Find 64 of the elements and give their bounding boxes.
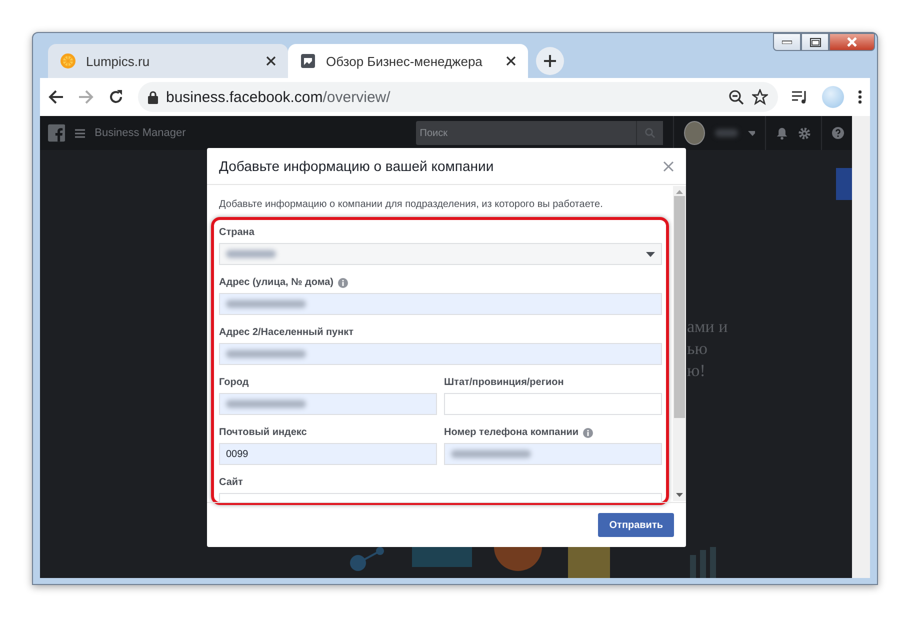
- input-field[interactable]: 0099: [219, 443, 437, 465]
- input-field[interactable]: [219, 343, 662, 365]
- close-icon: [846, 37, 858, 47]
- close-button[interactable]: [829, 33, 875, 51]
- search-field[interactable]: Поиск: [416, 121, 636, 145]
- dialog-scrollbar[interactable]: [673, 186, 686, 501]
- scroll-up-icon[interactable]: [676, 190, 683, 194]
- new-tab-button[interactable]: [536, 47, 564, 75]
- address-bar[interactable]: business.facebook.com/overview/: [138, 82, 778, 112]
- menu-icon[interactable]: [858, 90, 862, 104]
- field-label: Адрес 2/Населенный пункт: [219, 327, 354, 338]
- reload-icon[interactable]: [108, 89, 124, 105]
- info-icon: [338, 278, 348, 288]
- close-button[interactable]: [663, 160, 674, 172]
- maximize-button[interactable]: [801, 33, 829, 51]
- scroll-down-icon[interactable]: [676, 493, 683, 497]
- input-field[interactable]: [444, 443, 662, 465]
- dialog-title: Добавьте информацию о вашей компании: [219, 158, 494, 174]
- field-label: Страна: [219, 227, 254, 238]
- field-label: Номер телефона компании: [444, 427, 579, 438]
- dropdown-caret-icon: [646, 252, 655, 256]
- lock-icon: [148, 90, 158, 104]
- background-text: ю!: [687, 360, 706, 382]
- zoom-out-icon[interactable]: [729, 90, 744, 104]
- minimize-icon: [782, 40, 792, 44]
- restore-icon: [810, 38, 820, 46]
- app-title: Business Manager: [94, 127, 186, 139]
- field-label: Сайт: [219, 477, 243, 488]
- browser-tab[interactable]: Lumpics.ru: [48, 44, 288, 78]
- field-label: Штат/провинция/регион: [444, 377, 564, 388]
- field-label: Город: [219, 377, 249, 388]
- url-text: business.facebook.com/overview/: [166, 88, 390, 106]
- input-field[interactable]: [219, 393, 437, 415]
- citrus-slice-icon: [60, 53, 76, 69]
- help-icon[interactable]: [832, 126, 844, 140]
- background-text: ью: [687, 338, 708, 360]
- plus-icon: [543, 54, 557, 68]
- page-icon: [300, 53, 316, 69]
- field-label: Адрес (улица, № дома): [219, 277, 334, 288]
- submit-button[interactable]: Отправить: [598, 513, 674, 537]
- facebook-logo-icon[interactable]: [48, 123, 66, 143]
- forward-icon[interactable]: [78, 89, 94, 105]
- account-avatar[interactable]: [684, 121, 706, 145]
- info-icon: [582, 428, 593, 438]
- input-field[interactable]: [444, 393, 662, 415]
- media-queue-icon[interactable]: [792, 90, 808, 104]
- caret-icon[interactable]: [748, 130, 756, 136]
- browser-tab[interactable]: Обзор Бизнес-менеджера: [288, 44, 528, 78]
- search-button[interactable]: [636, 121, 664, 145]
- field-label: Почтовый индекс: [219, 427, 307, 438]
- back-icon[interactable]: [48, 89, 64, 105]
- settings-icon[interactable]: [798, 126, 812, 140]
- page-scrollbar[interactable]: [852, 116, 870, 578]
- background-text: ами и: [687, 316, 728, 338]
- close-icon[interactable]: [266, 56, 276, 66]
- minimize-button[interactable]: [773, 33, 801, 51]
- close-icon[interactable]: [506, 56, 516, 66]
- field-value: 0099: [226, 448, 248, 460]
- input-field[interactable]: [219, 293, 662, 315]
- star-icon[interactable]: [752, 89, 768, 105]
- intro-text: Добавьте информацию о компании для подразделения, из которого вы работаете.: [219, 199, 604, 210]
- search-icon: [645, 128, 656, 138]
- bell-icon[interactable]: [776, 126, 788, 140]
- blurred-value: [226, 250, 276, 258]
